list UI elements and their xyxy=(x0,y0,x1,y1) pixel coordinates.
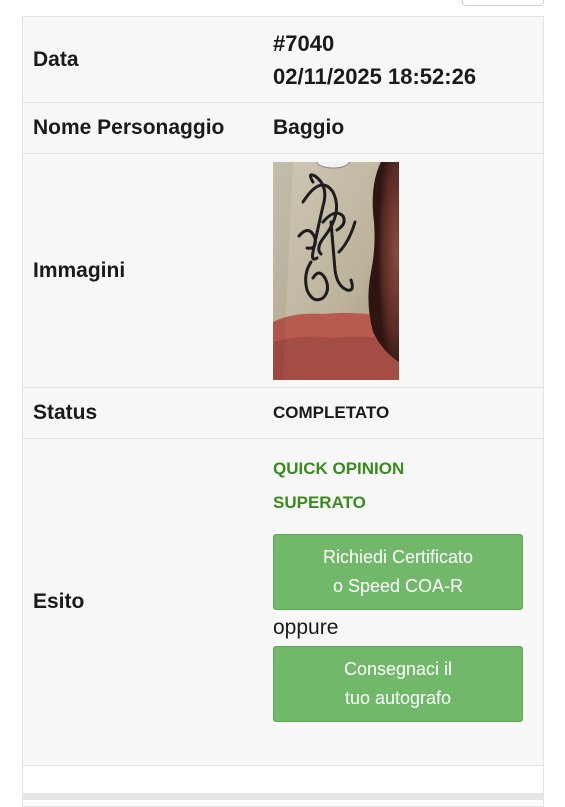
row-empty xyxy=(23,766,543,806)
order-id: #7040 xyxy=(273,30,335,56)
label-status: Status xyxy=(33,401,98,424)
row-status: Status COMPLETATO xyxy=(23,388,543,439)
order-details-table: Data #7040 02/11/2025 18:52:26 Nome Pers… xyxy=(22,16,544,807)
deliver-autograph-line2: tuo autografo xyxy=(344,688,452,708)
value-esito: QUICK OPINION SUPERATO Richiedi Certific… xyxy=(273,439,543,765)
request-certificate-line2: o Speed COA-R xyxy=(332,576,464,596)
row-data: Data #7040 02/11/2025 18:52:26 xyxy=(23,17,543,103)
oppure-text: oppure xyxy=(273,616,339,639)
label-esito: Esito xyxy=(33,590,85,613)
esito-result-line1: QUICK OPINION xyxy=(273,459,405,478)
row-immagini: Immagini xyxy=(23,154,543,388)
request-certificate-button[interactable]: Richiedi Certificato o Speed COA-R xyxy=(273,534,523,610)
value-immagini xyxy=(273,154,543,387)
bottom-divider xyxy=(22,793,544,800)
value-data: #7040 02/11/2025 18:52:26 xyxy=(273,17,543,102)
deliver-autograph-button[interactable]: Consegnaci il tuo autografo xyxy=(273,646,523,722)
value-nome-personaggio: Baggio xyxy=(273,116,345,139)
deliver-autograph-line1: Consegnaci il xyxy=(343,659,453,679)
status-value: COMPLETATO xyxy=(273,403,390,422)
autograph-photo[interactable] xyxy=(273,161,399,380)
label-data: Data xyxy=(33,47,79,71)
request-certificate-line1: Richiedi Certificato xyxy=(322,547,474,567)
row-esito: Esito QUICK OPINION SUPERATO Richiedi Ce… xyxy=(23,439,543,766)
order-datetime: 02/11/2025 18:52:26 xyxy=(273,63,477,89)
top-button-edge[interactable] xyxy=(462,0,544,6)
label-nome-personaggio: Nome Personaggio xyxy=(33,116,225,139)
row-nome-personaggio: Nome Personaggio Baggio xyxy=(23,103,543,154)
esito-result-line2: SUPERATO xyxy=(273,493,366,512)
label-immagini: Immagini xyxy=(33,258,126,282)
